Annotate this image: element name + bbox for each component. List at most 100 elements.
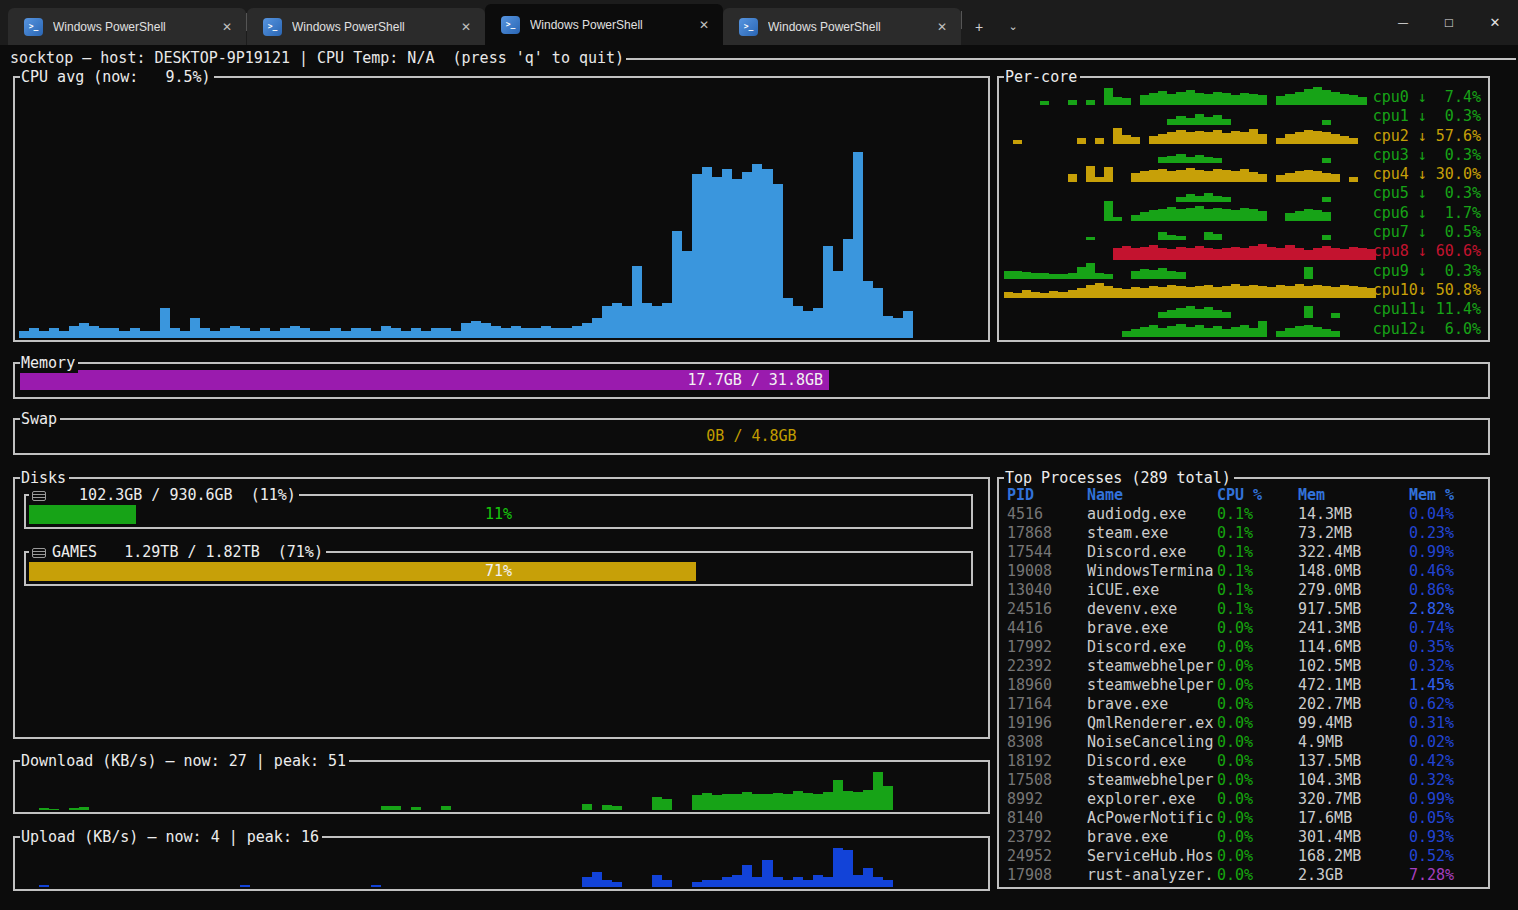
- chart-bar: [712, 795, 722, 810]
- window-controls: — □ ✕: [1380, 0, 1518, 45]
- spark-bar: [1322, 329, 1331, 337]
- spark-bar: [1140, 171, 1149, 182]
- spark-bar: [1195, 325, 1204, 337]
- chart-bar: [320, 331, 330, 338]
- spark-bar: [1349, 138, 1358, 144]
- spark-bar: [1176, 154, 1185, 163]
- spark-bar: [1222, 312, 1231, 318]
- process-cell-pid: 4516: [1007, 505, 1087, 524]
- close-button[interactable]: ✕: [1472, 0, 1518, 45]
- spark-bar: [1122, 289, 1131, 298]
- chart-bar: [371, 331, 381, 338]
- spark-bar: [1158, 248, 1167, 260]
- spark-bar: [1195, 206, 1204, 221]
- spark-bar: [1186, 90, 1195, 105]
- minimize-button[interactable]: —: [1380, 0, 1426, 45]
- chart-bar: [39, 331, 49, 338]
- process-cell-mem: 137.5MB: [1298, 752, 1409, 771]
- chart-bar: [883, 786, 893, 810]
- process-cell-mem_pct: 0.52%: [1409, 847, 1486, 866]
- process-cell-pid: 17992: [1007, 638, 1087, 657]
- spark-bar: [1304, 130, 1313, 144]
- spark-bar: [1131, 137, 1140, 144]
- process-cell-name: rust-analyzer.: [1087, 866, 1217, 885]
- spark-bar: [1140, 269, 1149, 279]
- spark-bar: [1267, 287, 1276, 298]
- tab-close-icon[interactable]: ✕: [218, 20, 236, 34]
- memory-usage-text: 17.7GB / 31.8GB: [688, 370, 823, 390]
- process-row: 17164brave.exe0.0%202.7MB0.62%: [1007, 695, 1486, 714]
- process-cell-mem: 202.7MB: [1298, 695, 1409, 714]
- process-cell-name: QmlRenderer.ex: [1087, 714, 1217, 733]
- spark-bar: [1149, 136, 1158, 144]
- tab-3[interactable]: >_Windows PowerShell✕: [723, 8, 961, 45]
- process-row: 24952ServiceHub.Hos0.0%168.2MB0.52%: [1007, 847, 1486, 866]
- process-cell-pid: 22392: [1007, 657, 1087, 676]
- tab-close-icon[interactable]: ✕: [933, 20, 951, 34]
- process-cell-name: devenv.exe: [1087, 600, 1217, 619]
- tab-title: Windows PowerShell: [530, 18, 695, 32]
- process-cell-cpu: 0.0%: [1217, 695, 1298, 714]
- spark-bar: [1240, 132, 1249, 144]
- spark-bar: [1331, 287, 1340, 298]
- spark-bar: [1204, 94, 1213, 105]
- tab-close-icon[interactable]: ✕: [695, 18, 713, 32]
- spark-bar: [1131, 173, 1140, 182]
- spark-bar: [1040, 273, 1049, 279]
- maximize-button[interactable]: □: [1426, 0, 1472, 45]
- new-tab-button[interactable]: +: [962, 8, 996, 45]
- spark-bar: [1113, 288, 1122, 298]
- process-cell-name: steamwebhelper: [1087, 657, 1217, 676]
- tab-dropdown-button[interactable]: ⌄: [996, 8, 1030, 45]
- chart-bar: [833, 848, 843, 887]
- chart-bar: [652, 875, 662, 887]
- spark-bar: [1204, 285, 1213, 298]
- spark-bar: [1285, 328, 1294, 337]
- process-cell-name: brave.exe: [1087, 619, 1217, 638]
- spark-bar: [1195, 155, 1204, 163]
- chart-bar: [381, 806, 391, 810]
- chart-bar: [833, 271, 843, 338]
- spark-bar: [1158, 157, 1167, 163]
- spark-bar: [1186, 132, 1195, 144]
- core-label: cpu8 ↓ 60.6%: [1373, 242, 1481, 260]
- chart-bar: [411, 807, 421, 810]
- chart-bar: [170, 328, 180, 338]
- spark-bar: [1204, 232, 1213, 240]
- spark-bar: [1186, 327, 1195, 337]
- terminal-screen[interactable]: socktop — host: DESKTOP-9P19121 | CPU Te…: [0, 45, 1518, 910]
- tab-0[interactable]: >_Windows PowerShell✕: [8, 8, 246, 45]
- spark-bar: [1158, 91, 1167, 105]
- chart-bar: [29, 328, 39, 338]
- spark-bar: [1258, 95, 1267, 105]
- spark-bar: [1213, 249, 1222, 260]
- spark-bar: [1322, 132, 1331, 144]
- spark-bar: [1358, 248, 1367, 260]
- spark-bar: [1058, 292, 1067, 298]
- swap-usage-text: 0B / 4.8GB: [20, 426, 1483, 446]
- process-cell-mem: 241.3MB: [1298, 619, 1409, 638]
- app-header-text: socktop — host: DESKTOP-9P19121 | CPU Te…: [10, 49, 624, 68]
- tab-close-icon[interactable]: ✕: [457, 20, 475, 34]
- core-label: cpu3 ↓ 0.3%: [1373, 146, 1481, 164]
- chart-bar: [783, 880, 793, 887]
- tab-1[interactable]: >_Windows PowerShell✕: [247, 8, 485, 45]
- process-cell-mem: 320.7MB: [1298, 790, 1409, 809]
- disk-1-label: GAMES 1.29TB / 1.82TB (71%): [52, 543, 323, 562]
- top-processes-title: Top Processes (289 total): [1004, 469, 1234, 488]
- upload-title: Upload (KB/s) — now: 4 | peak: 16: [20, 828, 322, 847]
- spark-bar: [1276, 248, 1285, 260]
- core-label: cpu2 ↓ 57.6%: [1373, 127, 1481, 145]
- spark-bar: [1222, 119, 1231, 125]
- process-cell-mem_pct: 0.31%: [1409, 714, 1486, 733]
- spark-bar: [1186, 157, 1195, 163]
- spark-bar: [1276, 331, 1285, 337]
- tab-2[interactable]: >_Windows PowerShell✕: [485, 4, 723, 45]
- process-cell-mem_pct: 0.93%: [1409, 828, 1486, 847]
- process-row: 13040iCUE.exe0.1%279.0MB0.86%: [1007, 581, 1486, 600]
- chart-bar: [481, 323, 491, 338]
- chart-bar: [602, 805, 612, 810]
- upload-chart: [19, 848, 984, 887]
- process-cell-cpu: 0.0%: [1217, 847, 1298, 866]
- spark-bar: [1158, 232, 1167, 240]
